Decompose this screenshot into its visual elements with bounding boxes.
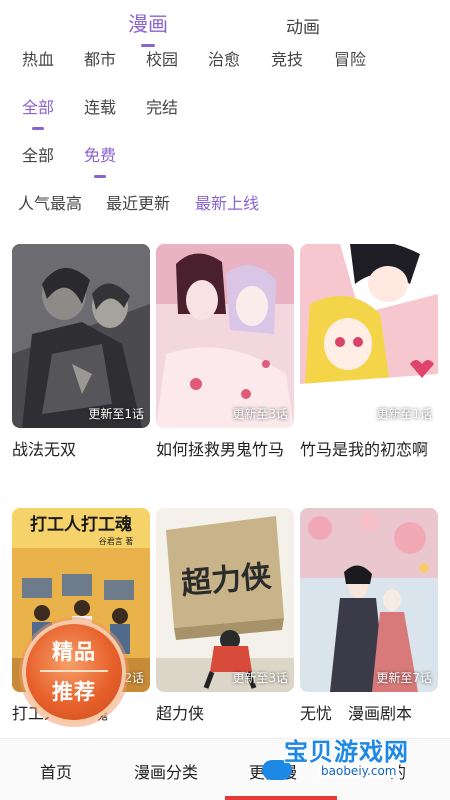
watermark-title: 宝贝游戏网 [284, 738, 409, 766]
comic-title[interactable]: 战法无双 [12, 438, 150, 462]
status-all-label: 全部 [22, 98, 55, 117]
sort-newest[interactable]: 最新上线 [195, 190, 259, 214]
tab-donghua[interactable]: 动画 [286, 13, 320, 38]
comic-title[interactable]: 竹马是我的初恋啊 [300, 438, 438, 462]
genre-rexue[interactable]: 热血 [22, 46, 54, 70]
update-badge: 2话 [124, 671, 144, 685]
sort-recent-update[interactable]: 最近更新 [106, 190, 170, 214]
promo-line-1: 精品 [52, 640, 96, 664]
cover-author-text: 谷君言 著 [99, 536, 134, 546]
comic-card[interactable]: 更新至3话 如何拯救男鬼竹马 [156, 244, 294, 462]
comic-cover[interactable]: 更新至1话 [300, 244, 438, 428]
cover-art-nangui [156, 244, 294, 428]
cover-art-wuyou [300, 508, 438, 692]
promo-badge[interactable]: 精品 推荐 [22, 620, 126, 724]
update-badge: 更新至3话 [232, 671, 288, 685]
comic-title-tail: 漫画剧本 [348, 704, 413, 723]
tab-manhua-label: 漫画 [128, 12, 168, 36]
comic-card[interactable]: 超力侠 更新至3话 超力侠 [156, 508, 294, 726]
tab-manhua[interactable]: 漫画 [128, 8, 168, 47]
comic-card[interactable]: 更新至1话 战法无双 [12, 244, 150, 462]
comic-title[interactable]: 超力侠 [156, 702, 294, 726]
status-finished[interactable]: 完结 [146, 94, 178, 118]
promo-separator [40, 670, 108, 672]
update-badge: 更新至3话 [232, 407, 288, 421]
comic-cover[interactable]: 更新至3话 [156, 244, 294, 428]
price-free-label: 免费 [84, 146, 117, 165]
price-free[interactable]: 免费 [84, 142, 117, 178]
nav-home[interactable]: 首页 [40, 759, 72, 783]
cover-art-zhuma [300, 244, 438, 428]
comic-cover[interactable]: 更新至1话 [12, 244, 150, 428]
sort-popular[interactable]: 人气最高 [18, 190, 82, 214]
comic-cover[interactable]: 更新至7话 [300, 508, 438, 692]
nav-category[interactable]: 漫画分类 [134, 759, 198, 783]
tab-donghua-label: 动画 [286, 18, 320, 38]
status-all[interactable]: 全部 [22, 94, 55, 130]
genre-filter-row: 热血 都市 校园 治愈 竞技 冒险 [0, 46, 450, 74]
comic-card[interactable]: 更新至1话 竹马是我的初恋啊 [300, 244, 438, 462]
price-filter-row: 全部 免费 [0, 142, 450, 178]
site-watermark: 宝贝游戏网 baobeiy.com [262, 730, 422, 786]
comic-title[interactable]: 如何拯救男鬼竹马 [156, 438, 294, 462]
comic-title-head: 无忧 [300, 704, 333, 723]
update-badge: 更新至7话 [376, 671, 432, 685]
comic-card[interactable]: 更新至7话 无忧 漫画剧本 [300, 508, 438, 726]
genre-maoxian[interactable]: 冒险 [334, 46, 366, 70]
genre-xiaoyuan[interactable]: 校园 [146, 46, 178, 70]
genre-jingji[interactable]: 竞技 [271, 46, 303, 70]
price-active-indicator [94, 175, 106, 178]
comic-title-hidden [332, 704, 348, 723]
status-serializing[interactable]: 连载 [84, 94, 116, 118]
cover-title-text: 打工人打工魂 [30, 514, 132, 535]
genre-dushi[interactable]: 都市 [84, 46, 116, 70]
comic-cover[interactable]: 超力侠 更新至3话 [156, 508, 294, 692]
watermark-url: baobeiy.com [318, 764, 400, 778]
genre-zhiyu[interactable]: 治愈 [208, 46, 240, 70]
top-tab-bar: 漫画 动画 [0, 8, 450, 47]
cover-art-zhanfa [12, 244, 150, 428]
status-filter-row: 全部 连载 完结 [0, 94, 450, 130]
nav-active-indicator [225, 796, 337, 800]
promo-line-2: 推荐 [52, 680, 96, 704]
update-badge: 更新至1话 [88, 407, 144, 421]
cover-art-chaolixia: 超力侠 [156, 508, 294, 692]
update-badge: 更新至1话 [376, 407, 432, 421]
price-all[interactable]: 全部 [22, 142, 54, 166]
status-active-indicator [32, 127, 44, 130]
sort-filter-row: 人气最高 最近更新 最新上线 [0, 190, 450, 218]
comic-title[interactable]: 无忧 漫画剧本 [300, 702, 438, 726]
